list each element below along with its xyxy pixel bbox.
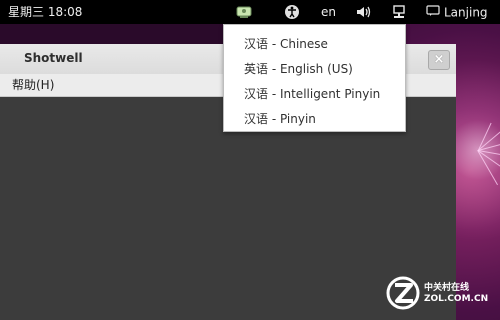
zol-logo-icon: [386, 276, 422, 310]
volume-icon[interactable]: [355, 4, 373, 20]
close-button[interactable]: ×: [428, 50, 450, 70]
window-title: Shotwell: [24, 51, 83, 65]
language-indicator[interactable]: en: [321, 0, 336, 24]
user-menu[interactable]: Lanjing: [426, 0, 488, 24]
user-name: Lanjing: [444, 5, 488, 20]
light-ray: [477, 150, 498, 186]
close-icon: ×: [433, 52, 445, 67]
menu-help[interactable]: 帮助(H): [10, 76, 56, 93]
menu-item-chinese[interactable]: 汉语 - Chinese: [244, 34, 328, 54]
menu-item-intelligent-pinyin[interactable]: 汉语 - Intelligent Pinyin: [244, 84, 380, 104]
zol-watermark: 中关村在线 ZOL.COM.CN: [386, 276, 500, 316]
input-method-menu: 汉语 - Chinese 英语 - English (US) 汉语 - Inte…: [223, 24, 406, 132]
clock[interactable]: 星期三 18:08: [8, 0, 82, 24]
watermark-en-text: ZOL.COM.CN: [424, 294, 489, 304]
menu-item-english-us[interactable]: 英语 - English (US): [244, 59, 353, 79]
chat-icon: [426, 1, 440, 25]
wired-network-icon[interactable]: [391, 4, 407, 20]
accessibility-icon[interactable]: [284, 4, 300, 20]
menu-item-pinyin[interactable]: 汉语 - Pinyin: [244, 109, 316, 129]
watermark-cn-text: 中关村在线: [424, 283, 470, 293]
top-panel: 星期三 18:08 en Lanjing: [0, 0, 500, 24]
network-icon[interactable]: [234, 4, 254, 20]
